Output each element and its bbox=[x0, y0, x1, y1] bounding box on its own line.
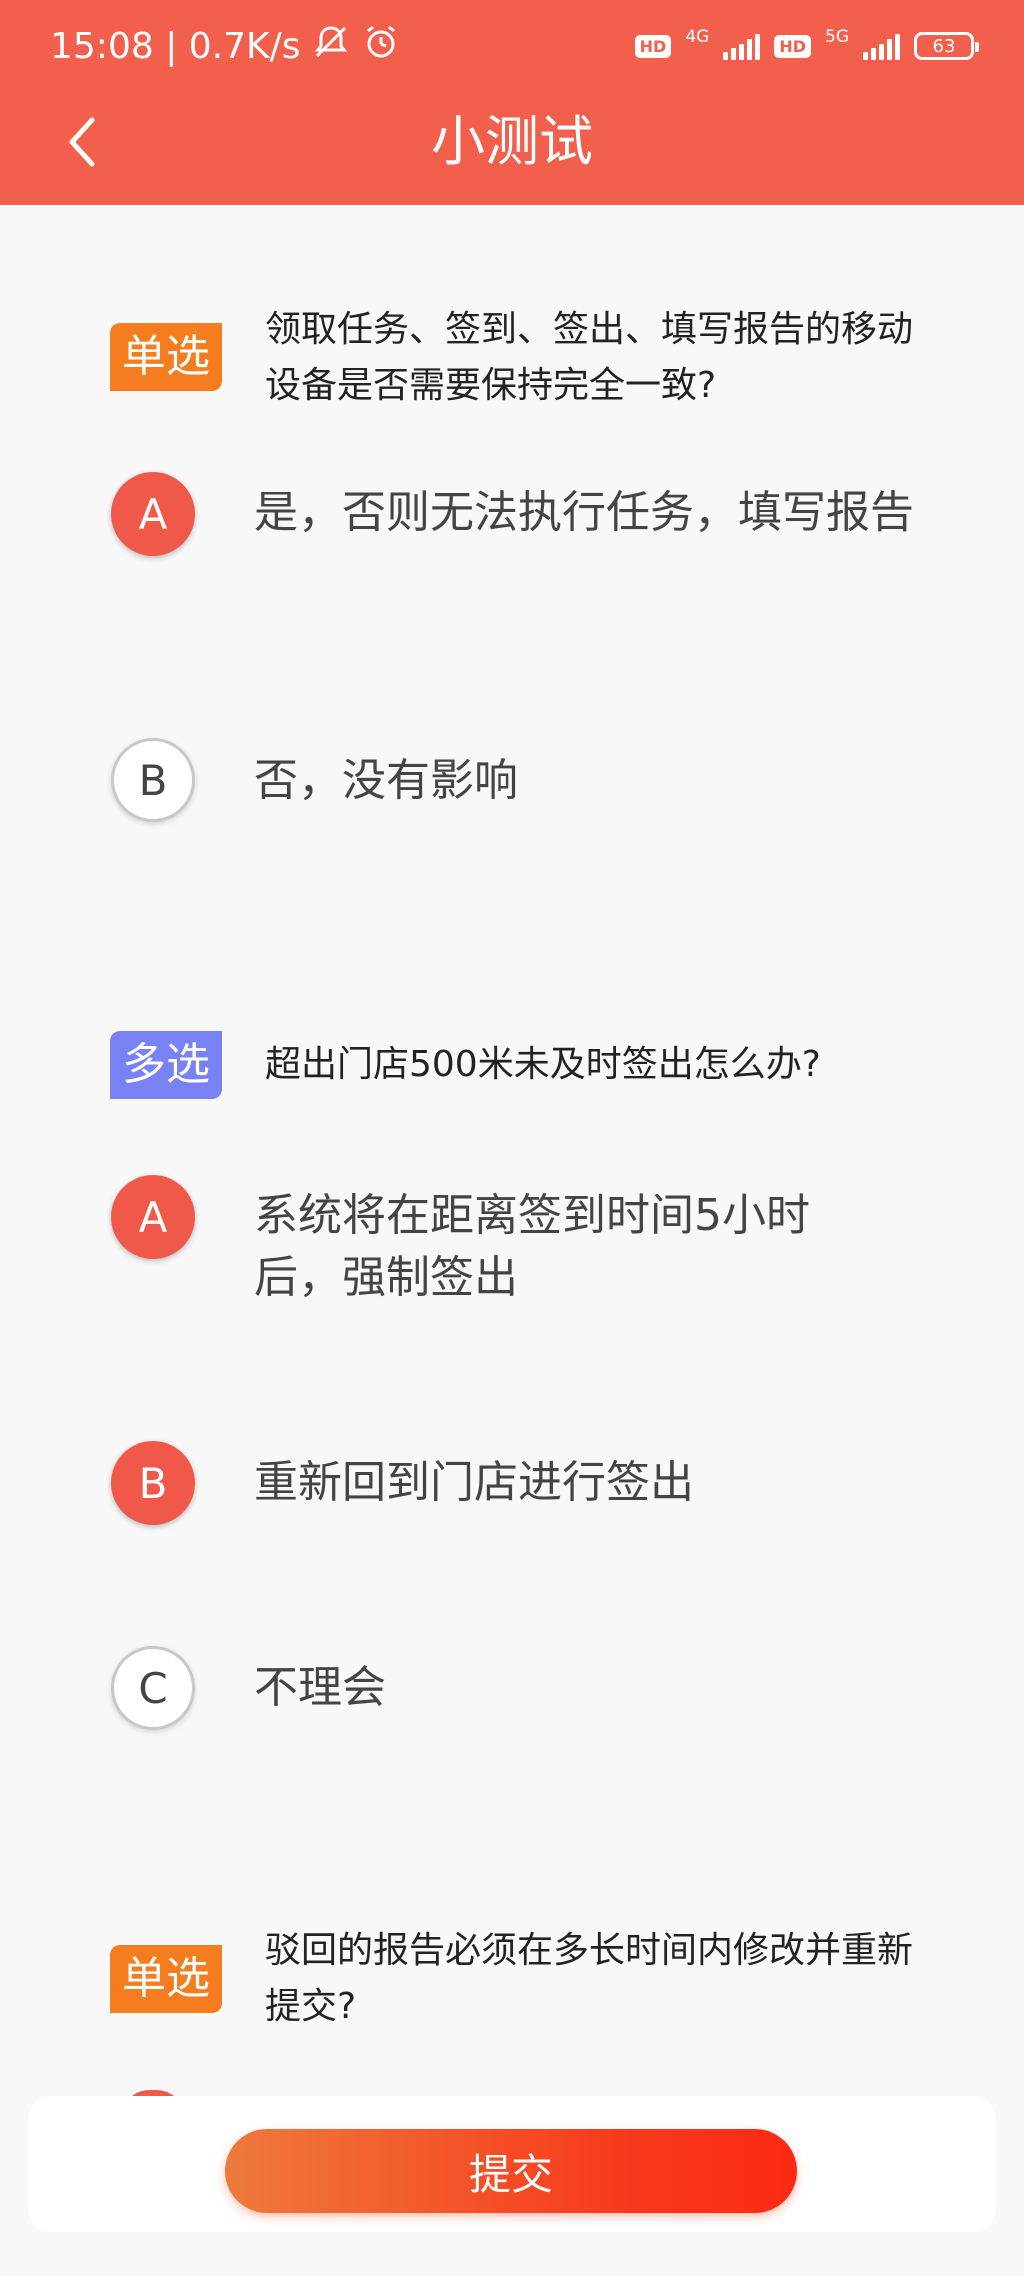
network-type-2: 5G bbox=[825, 27, 849, 47]
alarm-clock-icon bbox=[361, 22, 401, 71]
option-circle-a[interactable]: A bbox=[111, 472, 195, 556]
status-time-speed: 15:08 | 0.7K/s bbox=[50, 25, 301, 67]
question-text: 驳回的报告必须在多长时间内修改并重新提交? bbox=[265, 1930, 914, 2027]
hd-badge-2: HD bbox=[774, 34, 811, 58]
signal-strength-icon bbox=[723, 32, 761, 60]
status-bar: 15:08 | 0.7K/s HD 4G HD 5G 63 bbox=[0, 0, 1024, 92]
notifications-muted-icon bbox=[311, 22, 351, 71]
submit-panel: 提交 bbox=[28, 2096, 996, 2232]
network-type-1: 4G bbox=[685, 27, 710, 47]
question-text: 领取任务、签到、签出、填写报告的移动设备是否需要保持完全一致? bbox=[265, 309, 914, 406]
option-text[interactable]: 是，否则无法执行任务，填写报告 bbox=[254, 482, 934, 544]
option-text[interactable]: 否，没有影响 bbox=[254, 750, 934, 812]
hd-badge-1: HD bbox=[634, 34, 672, 58]
option-circle-b[interactable]: B bbox=[111, 738, 195, 822]
page-title: 小测试 bbox=[431, 110, 593, 173]
option-text[interactable]: 不理会 bbox=[254, 1657, 934, 1719]
question-text: 超出门店500米未及时签出怎么办? bbox=[265, 1044, 821, 1085]
status-left: 15:08 | 0.7K/s bbox=[50, 22, 401, 71]
option-text[interactable]: 系统将在距离签到时间5小时后，强制签出 bbox=[254, 1185, 854, 1309]
battery-level: 63 bbox=[932, 35, 956, 57]
question-type-tag: 多选 bbox=[110, 1031, 222, 1099]
submit-button[interactable]: 提交 bbox=[225, 2129, 797, 2213]
question-type-tag: 单选 bbox=[110, 323, 222, 391]
battery-icon: 63 bbox=[914, 32, 979, 60]
option-circle-b[interactable]: B bbox=[111, 1441, 195, 1525]
status-right: HD 4G HD 5G 63 bbox=[634, 27, 979, 65]
signal-strength-icon bbox=[863, 32, 900, 60]
option-text[interactable]: 重新回到门店进行签出 bbox=[254, 1452, 934, 1514]
app-header: 15:08 | 0.7K/s HD 4G HD 5G 63 小测试 bbox=[0, 0, 1024, 205]
option-circle-a[interactable]: A bbox=[111, 1175, 195, 1259]
question-type-tag: 单选 bbox=[110, 1945, 222, 2013]
option-circle-c[interactable]: C bbox=[111, 1646, 195, 1730]
nav-bar: 小测试 bbox=[0, 92, 1024, 205]
